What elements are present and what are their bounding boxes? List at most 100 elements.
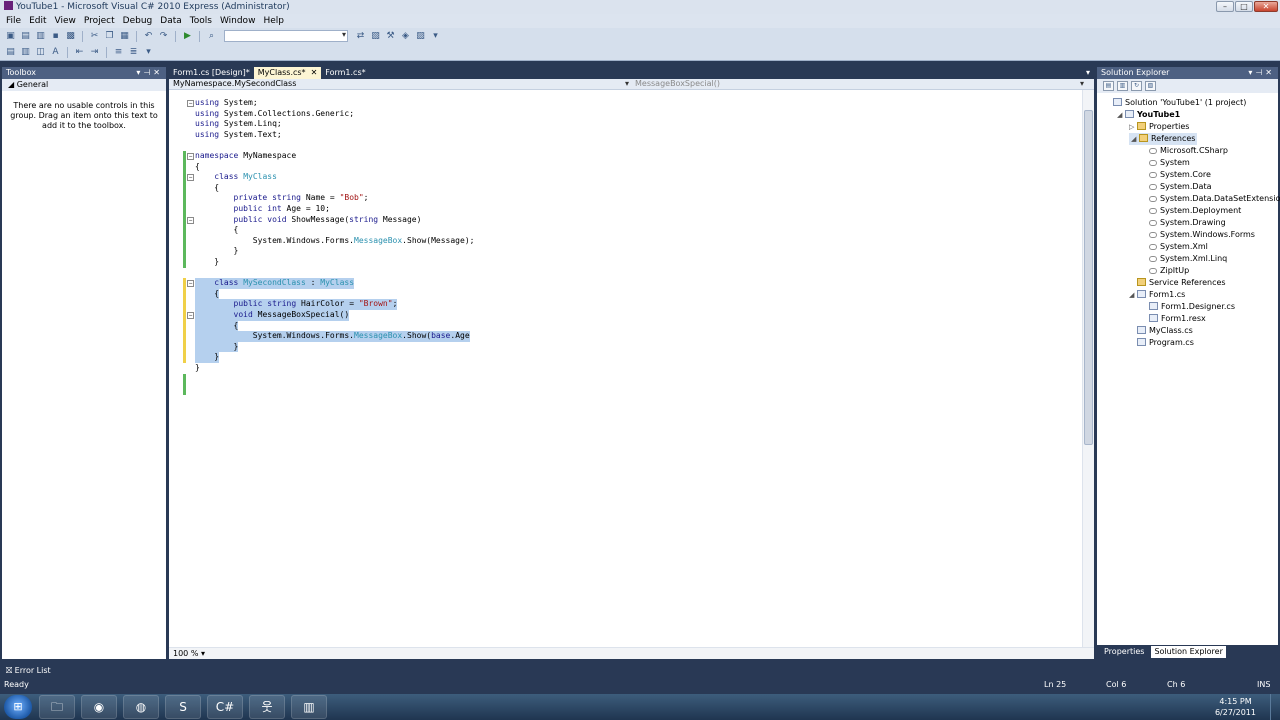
scroll-thumb[interactable] [1084,110,1093,445]
properties-icon[interactable]: ▤ [1103,81,1114,91]
code-line[interactable]: public void ShowMessage(string Message) [195,215,422,226]
menu-data[interactable]: Data [156,14,186,28]
tree-item[interactable]: System.Data.DataSetExtensions [1141,193,1280,205]
members-combo[interactable]: MessageBoxSpecial() [631,79,1086,89]
expand-icon[interactable]: ◢ [1117,109,1125,121]
tree-item[interactable]: Microsoft.CSharp [1141,145,1228,157]
code-line[interactable]: { [195,183,219,194]
minimize-button[interactable]: – [1216,1,1234,12]
tab-form1-code[interactable]: Form1.cs* [321,67,369,79]
code-line[interactable]: using System; [195,98,258,109]
object-browser-icon[interactable]: ◈ [399,30,412,42]
refresh-icon[interactable]: ↻ [1131,81,1142,91]
tab-properties[interactable]: Properties [1101,646,1147,658]
chrome-taskbar-icon[interactable]: ◉ [81,695,117,719]
cut-icon[interactable]: ✂ [88,30,101,42]
tree-item[interactable]: Service References [1129,277,1226,289]
pin-icon[interactable]: ⊣ [1255,68,1265,77]
tree-item[interactable]: System.Xml [1141,241,1208,253]
extension-icon[interactable]: ▾ [429,30,442,42]
code-line[interactable]: using System.Linq; [195,119,282,130]
redo-icon[interactable]: ↷ [157,30,170,42]
tree-item[interactable]: ◢ References [1129,133,1198,145]
code-line[interactable]: { [195,320,239,332]
vertical-scrollbar[interactable] [1082,90,1094,647]
error-list-tab[interactable]: ⛝ Error List [2,664,55,677]
code-line[interactable]: { [195,225,239,236]
code-line[interactable]: public string HairColor = "Brown"; [195,299,398,310]
navigate-icon[interactable]: ⇄ [354,30,367,42]
tree-item[interactable]: Form1.resx [1141,313,1206,325]
tree-item[interactable]: System.Xml.Linq [1141,253,1227,265]
tree-item[interactable]: ◢ Form1.cs [1129,289,1185,301]
solution-explorer-icon[interactable]: ▧ [369,30,382,42]
expand-icon[interactable]: ◢ [1129,289,1137,301]
open-file-icon[interactable]: ▥ [34,30,47,42]
new-project-icon[interactable]: ▣ [4,30,17,42]
save-icon[interactable]: ▪ [49,30,62,42]
explorer-taskbar-icon[interactable]: 🗀 [39,695,75,719]
code-line[interactable]: { [195,162,200,173]
tree-item[interactable]: ▷ Properties [1129,121,1189,133]
find-in-files-icon[interactable]: ⌕ [205,30,218,42]
active-files-dropdown-icon[interactable]: ▾ [1086,67,1090,79]
menu-edit[interactable]: Edit [25,14,50,28]
maximize-button[interactable]: □ [1235,1,1253,12]
show-all-files-icon[interactable]: ▥ [1117,81,1128,91]
close-panel-icon[interactable]: ✕ [1265,68,1275,77]
add-item-icon[interactable]: ▤ [19,30,32,42]
tab-myclass[interactable]: MyClass.cs* ✕ [253,67,322,79]
code-line[interactable]: { [195,288,220,300]
code-line[interactable]: System.Windows.Forms.MessageBox.Show(Mes… [195,236,475,247]
menu-debug[interactable]: Debug [119,14,157,28]
tree-item[interactable]: System.Drawing [1141,217,1226,229]
tree-item[interactable]: ZipItUp [1141,265,1189,277]
tree-item[interactable]: System.Core [1141,169,1211,181]
code-line[interactable]: } [195,246,239,257]
outdent-icon[interactable]: ⇤ [73,46,86,58]
paste-icon[interactable]: ▦ [118,30,131,42]
collapse-region-icon[interactable]: − [187,174,194,182]
collapse-region-icon[interactable]: − [187,153,194,160]
code-line[interactable]: using System.Text; [195,130,282,141]
toolbox-icon[interactable]: ▨ [414,30,427,42]
tree-item[interactable]: System.Deployment [1141,205,1241,217]
find-combo[interactable] [224,30,348,42]
undo-icon[interactable]: ↶ [142,30,155,42]
code-line[interactable]: using System.Collections.Generic; [195,109,354,120]
parameter-info-icon[interactable]: ▥ [19,46,32,58]
zoom-level[interactable]: 100 % [173,649,198,658]
tree-item[interactable]: ◢ YouTube1 [1117,109,1180,121]
expand-icon[interactable]: ◢ [1131,133,1139,145]
zoom-dropdown-icon[interactable]: ▾ [201,649,205,658]
collapse-region-icon[interactable]: − [187,216,194,224]
close-panel-icon[interactable]: ✕ [153,68,163,77]
collapse-region-icon[interactable]: − [187,280,194,288]
archive-taskbar-icon[interactable]: ▥ [291,695,327,719]
menu-view[interactable]: View [51,14,80,28]
tab-solution-explorer[interactable]: Solution Explorer [1151,646,1226,658]
collapse-region-icon[interactable]: − [187,100,194,107]
code-line[interactable]: } [195,363,200,374]
code-line[interactable]: } [195,352,220,363]
skype-taskbar-icon[interactable]: S [165,695,201,719]
view-code-icon[interactable]: ▧ [1145,81,1156,91]
indent-icon[interactable]: ⇥ [88,46,101,58]
start-button[interactable]: ⊞ [4,695,32,719]
quick-info-icon[interactable]: ◫ [34,46,47,58]
copy-icon[interactable]: ❐ [103,30,116,42]
menu-tools[interactable]: Tools [186,14,216,28]
code-line[interactable]: class MyClass [195,172,277,183]
member-list-icon[interactable]: ▤ [4,46,17,58]
messenger-taskbar-icon[interactable]: 웃 [249,695,285,719]
menu-file[interactable]: File [2,14,25,28]
code-line[interactable]: namespace MyNamespace [195,151,296,162]
tree-item[interactable]: Form1.Designer.cs [1141,301,1235,313]
types-combo[interactable]: MyNamespace.MySecondClass [169,79,631,89]
pin-icon[interactable]: ⊣ [143,68,153,77]
tab-form1-design[interactable]: Form1.cs [Design]* [169,67,254,79]
menu-project[interactable]: Project [80,14,119,28]
code-line[interactable]: } [195,341,239,353]
tree-item[interactable]: MyClass.cs [1129,325,1193,337]
properties-icon[interactable]: ⚒ [384,30,397,42]
